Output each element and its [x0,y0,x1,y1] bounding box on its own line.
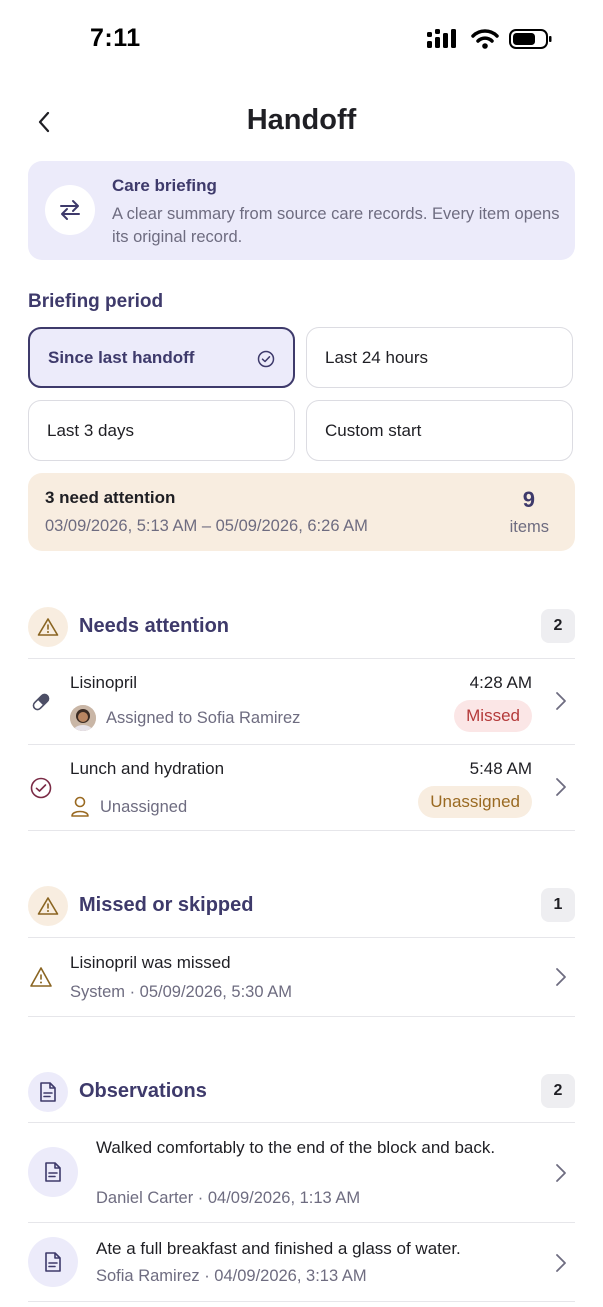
summary-item-unit: items [509,518,549,536]
observation-meta: Sofia Ramirez · 04/09/2026, 3:13 AM [96,1267,367,1285]
wifi-icon [471,29,499,49]
observation-text: Walked comfortably to the end of the blo… [96,1138,496,1157]
chevron-right-icon [553,966,569,988]
divider [28,1016,575,1017]
attention-summary: 3 need attention 03/09/2026, 5:13 AM – 0… [28,473,575,551]
period-option-last-24-hours[interactable]: Last 24 hours [306,327,573,388]
period-option-label: Custom start [325,420,422,440]
warning-icon [37,618,59,636]
period-option-custom-start[interactable]: Custom start [306,400,573,461]
status-time: 7:11 [90,24,141,52]
warning-icon [37,897,59,915]
section-count-badge: 2 [541,609,575,643]
observation-item[interactable]: Ate a full breakfast and finished a glas… [28,1223,575,1301]
observations-header: Observations 2 [28,1072,575,1114]
period-option-label: Last 24 hours [325,347,429,367]
period-option-label: Last 3 days [47,420,134,440]
status-badge-missed: Missed [454,700,532,732]
assignee-text: Unassigned [100,797,188,816]
item-title: Lisinopril was missed [70,953,231,972]
observation-item[interactable]: Walked comfortably to the end of the blo… [28,1123,575,1222]
period-option-label: Since last handoff [48,347,195,367]
item-time: 4:28 AM [469,673,532,692]
observation-meta: Daniel Carter · 04/09/2026, 1:13 AM [96,1189,361,1207]
avatar [70,705,96,731]
document-icon [40,1082,56,1102]
assignee-text: Assigned to Sofia Ramirez [106,708,301,727]
document-icon [28,1237,78,1287]
swap-icon-badge [45,185,95,235]
chevron-right-icon [553,690,569,712]
chevron-right-icon [553,776,569,798]
chevron-right-icon [553,1252,569,1274]
warning-icon-badge [28,607,68,647]
briefing-period-label: Briefing period [28,291,164,312]
pill-icon [28,689,54,715]
summary-item-count: 9 [522,487,535,512]
missed-item-lisinopril[interactable]: Lisinopril was missed System · 05/09/202… [28,938,575,1016]
summary-title: 3 need attention [45,488,176,507]
divider [28,1301,575,1302]
care-briefing-title: Care briefing [112,176,217,195]
item-subtitle: System · 05/09/2026, 5:30 AM [70,983,292,1001]
page-title: Handoff [246,104,357,136]
period-option-last-3-days[interactable]: Last 3 days [28,400,295,461]
summary-date-range: 03/09/2026, 5:13 AM – 05/09/2026, 6:26 A… [45,517,368,535]
item-title: Lisinopril [70,673,138,692]
section-title: Missed or skipped [79,894,254,916]
document-icon [28,1147,78,1197]
status-badge-unassigned: Unassigned [418,786,532,818]
chevron-right-icon [553,1162,569,1184]
needs-attention-item-lisinopril[interactable]: Lisinopril Assigned to Sofia Ramirez 4:2… [28,659,575,744]
navigation-bar: Handoff [0,96,603,148]
status-icons [427,28,553,50]
document-icon-badge [28,1072,68,1112]
battery-icon [509,29,552,49]
check-circle-icon [257,350,275,368]
warning-icon-badge [28,886,68,926]
divider [28,830,575,831]
item-time: 5:48 AM [469,759,532,778]
observation-text: Ate a full breakfast and finished a glas… [96,1239,461,1258]
status-bar: 7:11 [0,0,603,80]
item-subtitle: Assigned to Sofia Ramirez [70,705,300,731]
needs-attention-item-lunch-hydration[interactable]: Lunch and hydration Unassigned 5:48 AM U… [28,745,575,830]
care-briefing-text: A clear summary from source care records… [112,205,560,246]
period-option-since-last-handoff[interactable]: Since last handoff [28,327,295,388]
check-circle-icon [28,775,54,801]
item-title: Lunch and hydration [70,759,225,778]
section-count-badge: 2 [541,1074,575,1108]
section-count-badge: 1 [541,888,575,922]
missed-skipped-header: Missed or skipped 1 [28,886,575,928]
person-icon [71,796,89,817]
section-title: Needs attention [79,615,230,637]
warning-icon [28,964,54,990]
cellular-signal-icon [427,29,456,48]
item-subtitle: Unassigned [70,796,187,818]
section-title: Observations [79,1080,207,1102]
swap-arrows-icon [60,200,80,220]
care-briefing-card: Care briefing A clear summary from sourc… [28,161,575,260]
needs-attention-header: Needs attention 2 [28,607,575,649]
